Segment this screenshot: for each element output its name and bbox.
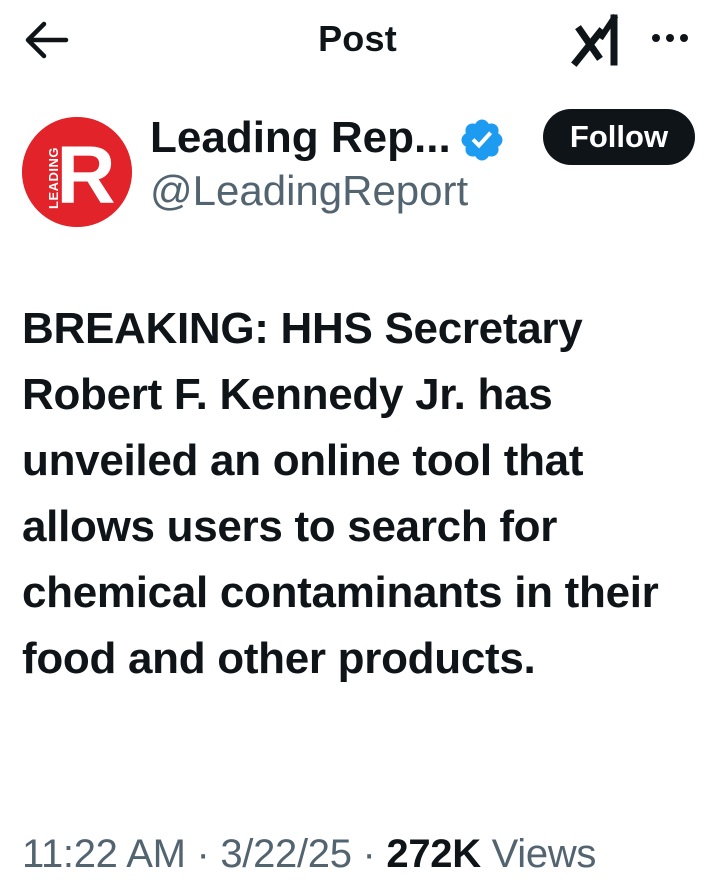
post-text: BREAKING: HHS Secretary Robert F. Kenned… bbox=[22, 304, 659, 683]
more-horizontal-icon bbox=[652, 34, 688, 42]
leading-report-logo: R LEADING bbox=[22, 117, 132, 227]
views-count: 272K bbox=[386, 832, 481, 876]
svg-text:R: R bbox=[56, 130, 115, 221]
meta-separator: · bbox=[196, 832, 210, 876]
post-date[interactable]: 3/22/25 bbox=[220, 832, 352, 876]
author-display-name[interactable]: Leading Rep... bbox=[150, 112, 451, 164]
grok-icon bbox=[571, 13, 619, 67]
author-avatar[interactable]: R LEADING bbox=[22, 117, 132, 227]
post-meta: 11:22 AM · 3/22/25 · 272K Views bbox=[22, 826, 596, 882]
svg-text:LEADING: LEADING bbox=[46, 147, 61, 209]
follow-button[interactable]: Follow bbox=[543, 109, 695, 165]
meta-separator: · bbox=[362, 832, 376, 876]
post-time[interactable]: 11:22 AM bbox=[22, 832, 186, 876]
views-label: Views bbox=[491, 832, 597, 876]
top-bar: Post bbox=[0, 0, 715, 80]
grok-button[interactable] bbox=[570, 12, 626, 68]
verified-badge-icon bbox=[458, 116, 506, 164]
more-options-button[interactable] bbox=[644, 22, 696, 54]
author-handle[interactable]: @LeadingReport bbox=[150, 166, 468, 216]
